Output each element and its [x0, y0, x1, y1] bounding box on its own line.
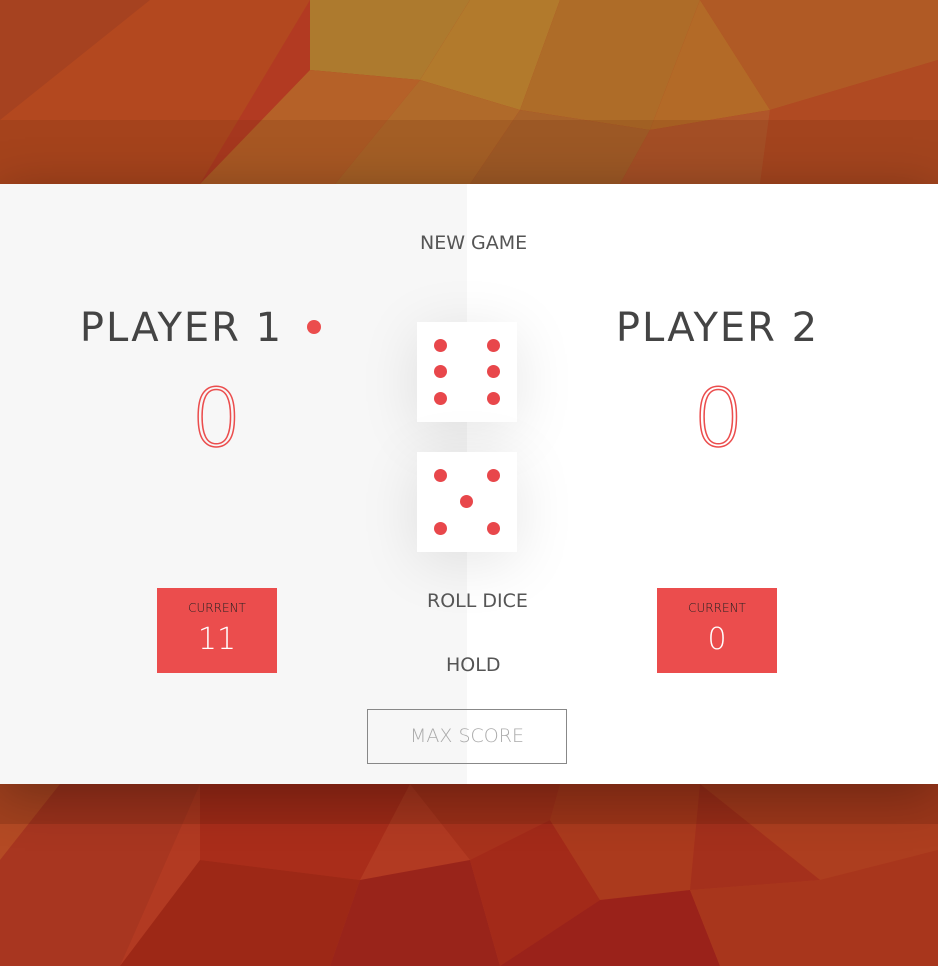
- dice-pip: [487, 365, 500, 378]
- player-1-name: PLAYER 1: [0, 305, 434, 351]
- dice-pip: [434, 469, 447, 482]
- max-score-input[interactable]: MAX SCORE: [367, 709, 567, 764]
- player-2-score-value: 0: [692, 371, 744, 466]
- player-1-current-score: 11: [197, 622, 237, 657]
- dice-pip: [434, 522, 447, 535]
- player-2-current-score: 0: [707, 622, 727, 657]
- dice-pip: [487, 469, 500, 482]
- player-1-current-label: CURRENT: [188, 601, 246, 615]
- dice-pip: [487, 339, 500, 352]
- dice-pip: [487, 392, 500, 405]
- hold-button[interactable]: HOLD: [446, 654, 500, 676]
- active-player-dot-icon: [307, 320, 322, 334]
- dice-pip: [487, 522, 500, 535]
- player-1-score: 0: [0, 371, 450, 466]
- player-2-current-box: CURRENT 0: [657, 588, 777, 673]
- dice-pip: [434, 339, 447, 352]
- dice-pip: [460, 495, 473, 508]
- player-1-name-text: PLAYER 1: [79, 305, 284, 351]
- dice-pip: [434, 365, 447, 378]
- player-2-current-label: CURRENT: [688, 601, 746, 615]
- player-1-current-box: CURRENT 11: [157, 588, 277, 673]
- player-1-score-value: 0: [190, 371, 242, 466]
- new-game-button[interactable]: NEW GAME: [420, 232, 527, 254]
- roll-dice-button[interactable]: ROLL DICE: [427, 590, 528, 612]
- dice-pip: [434, 392, 447, 405]
- dice-2: [417, 452, 517, 552]
- player-2-panel: PLAYER 2 0 CURRENT 0: [467, 184, 938, 784]
- player-2-name: PLAYER 2: [615, 305, 820, 351]
- player-2-score: 0: [483, 371, 938, 466]
- player-1-panel: PLAYER 1 0 CURRENT 11: [0, 184, 467, 784]
- dice-1: [417, 322, 517, 422]
